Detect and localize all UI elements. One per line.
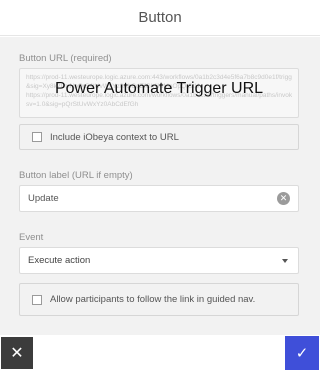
caret-down-icon [282, 258, 288, 263]
button-label-input[interactable]: Update ✕ [19, 185, 299, 212]
button-url-textarea[interactable]: https://prod-11.westeurope.logic.azure.c… [19, 68, 299, 118]
button-label-value: Update [28, 193, 59, 204]
guided-nav-label: Allow participants to follow the link in… [50, 294, 256, 305]
close-icon: ✕ [10, 345, 24, 362]
clear-icon[interactable]: ✕ [277, 192, 290, 205]
url-overlay-caption: Power Automate Trigger URL [54, 80, 264, 97]
dialog-header: Button [0, 0, 320, 36]
dialog-title: Button [138, 9, 182, 26]
button-label-label: Button label (URL if empty) [19, 170, 133, 181]
include-context-checkbox[interactable] [32, 132, 42, 142]
guided-nav-checkbox[interactable] [32, 294, 42, 305]
button-url-label: Button URL (required) [19, 53, 112, 64]
cancel-button[interactable]: ✕ [1, 337, 33, 369]
event-select-value: Execute action [28, 255, 91, 266]
check-icon: ✓ [295, 345, 309, 362]
event-label: Event [19, 232, 44, 243]
include-context-row[interactable]: Include iObeya context to URL [19, 124, 299, 150]
include-context-label: Include iObeya context to URL [50, 131, 179, 143]
guided-nav-row[interactable]: Allow participants to follow the link in… [19, 283, 299, 316]
event-select[interactable]: Execute action [19, 247, 299, 274]
confirm-button[interactable]: ✓ [285, 336, 319, 370]
dialog-footer [0, 335, 320, 372]
